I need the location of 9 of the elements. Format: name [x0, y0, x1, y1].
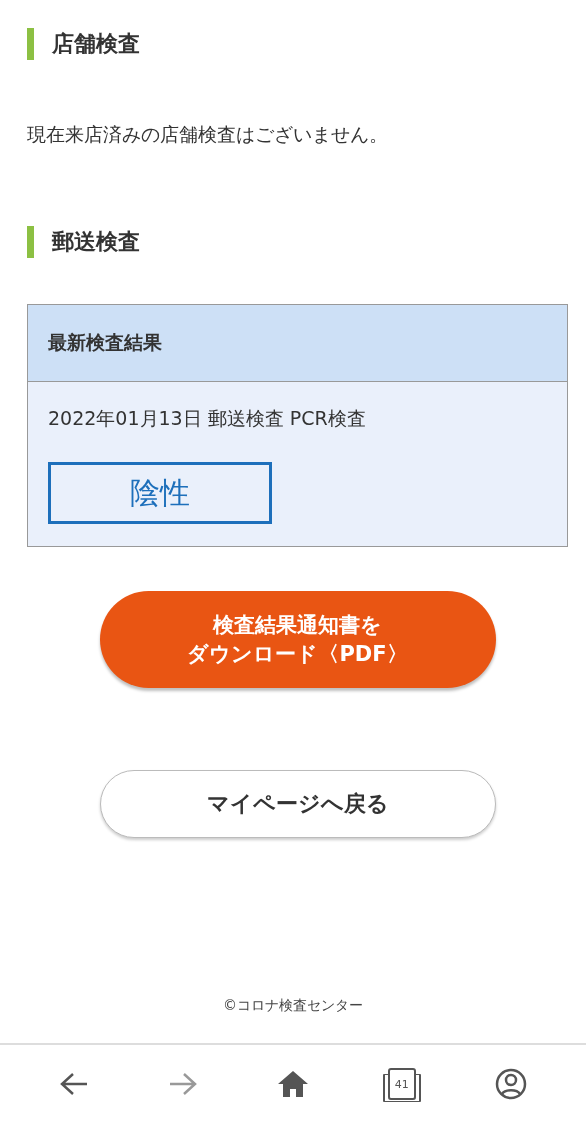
- card-title: 最新検査結果: [48, 330, 162, 355]
- section-heading: 店舗検査: [27, 28, 568, 60]
- download-button[interactable]: 検査結果通知書を ダウンロード〈PDF〉: [99, 591, 496, 688]
- back-to-mypage-button[interactable]: マイページへ戻る: [99, 770, 496, 838]
- test-detail: 2022年01月13日 郵送検査 PCR検査: [48, 406, 367, 431]
- result-badge: 陰性: [48, 462, 272, 524]
- info-message: 現在来店済みの店舗検査はございません。: [27, 122, 389, 147]
- copyright-text: ©コロナ検査センター: [222, 997, 364, 1015]
- section-heading: 郵送検査: [27, 226, 568, 258]
